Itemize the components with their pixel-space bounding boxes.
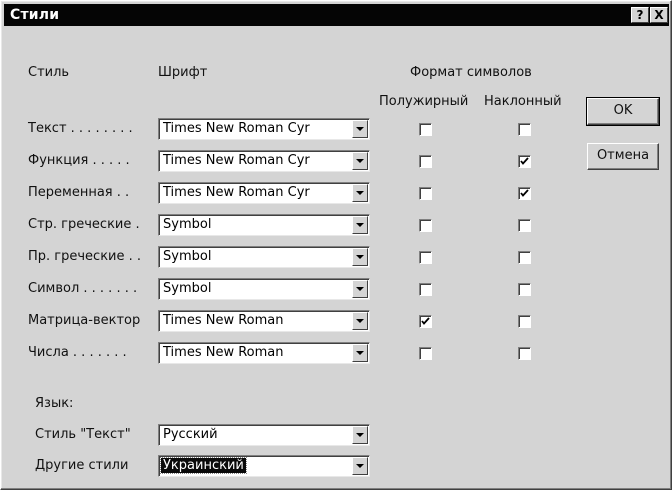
font-combo-value: Times New Roman Cyr bbox=[163, 121, 310, 136]
font-combo-value: Times New Roman bbox=[163, 345, 284, 360]
font-combo[interactable]: Times New Roman bbox=[158, 310, 370, 332]
title-bar: Стили ? X bbox=[4, 4, 669, 26]
italic-checkbox[interactable] bbox=[518, 283, 531, 296]
chevron-down-icon[interactable] bbox=[352, 248, 368, 266]
chevron-down-icon[interactable] bbox=[352, 312, 368, 330]
italic-checkbox[interactable] bbox=[518, 187, 531, 200]
chevron-down-icon[interactable] bbox=[352, 184, 368, 202]
cancel-button[interactable]: Отмена bbox=[587, 143, 659, 170]
italic-column-header: Наклонный bbox=[484, 94, 562, 109]
italic-checkbox[interactable] bbox=[518, 123, 531, 136]
bold-checkbox[interactable] bbox=[419, 219, 432, 232]
bold-checkbox[interactable] bbox=[419, 123, 432, 136]
font-combo[interactable]: Times New Roman Cyr bbox=[158, 182, 370, 204]
ok-button[interactable]: OK bbox=[586, 97, 660, 126]
window-title: Стили bbox=[10, 7, 60, 23]
style-row-label: Текст . . . . . . . . bbox=[28, 121, 133, 136]
bold-checkbox[interactable] bbox=[419, 283, 432, 296]
char-format-header: Формат символов bbox=[410, 65, 532, 80]
chevron-down-icon[interactable] bbox=[352, 426, 368, 444]
other-styles-language-label: Другие стили bbox=[35, 458, 129, 473]
language-header: Язык: bbox=[35, 396, 74, 411]
chevron-down-icon[interactable] bbox=[352, 120, 368, 138]
chevron-down-icon[interactable] bbox=[352, 457, 368, 475]
italic-checkbox[interactable] bbox=[518, 347, 531, 360]
bold-checkbox[interactable] bbox=[419, 347, 432, 360]
italic-checkbox[interactable] bbox=[518, 155, 531, 168]
font-combo-value: Symbol bbox=[163, 217, 212, 232]
font-combo[interactable]: Times New Roman bbox=[158, 342, 370, 364]
text-style-language-label: Стиль "Текст" bbox=[35, 427, 131, 442]
font-combo[interactable]: Times New Roman Cyr bbox=[158, 118, 370, 140]
bold-checkbox[interactable] bbox=[419, 187, 432, 200]
italic-checkbox[interactable] bbox=[518, 315, 531, 328]
font-combo-value: Symbol bbox=[163, 249, 212, 264]
font-combo-value: Times New Roman Cyr bbox=[163, 153, 310, 168]
font-combo[interactable]: Times New Roman Cyr bbox=[158, 150, 370, 172]
font-combo[interactable]: Symbol bbox=[158, 214, 370, 236]
chevron-down-icon[interactable] bbox=[352, 216, 368, 234]
close-button[interactable]: X bbox=[650, 7, 668, 23]
style-row-label: Переменная . . bbox=[28, 185, 130, 200]
style-row-label: Символ . . . . . . . bbox=[28, 281, 138, 296]
other-styles-language-value: Украинский bbox=[160, 457, 247, 474]
other-styles-language-combo[interactable]: Украинский bbox=[158, 455, 370, 477]
style-row-label: Пр. греческие . . bbox=[28, 249, 142, 264]
style-row-label: Матрица-вектор bbox=[28, 313, 141, 328]
font-combo-value: Times New Roman Cyr bbox=[163, 185, 310, 200]
bold-column-header: Полужирный bbox=[379, 94, 469, 109]
chevron-down-icon[interactable] bbox=[352, 344, 368, 362]
bold-checkbox[interactable] bbox=[419, 251, 432, 264]
bold-checkbox[interactable] bbox=[419, 155, 432, 168]
help-button[interactable]: ? bbox=[631, 7, 649, 23]
chevron-down-icon[interactable] bbox=[352, 280, 368, 298]
italic-checkbox[interactable] bbox=[518, 219, 531, 232]
font-combo[interactable]: Symbol bbox=[158, 246, 370, 268]
font-column-header: Шрифт bbox=[158, 65, 208, 80]
style-column-header: Стиль bbox=[28, 65, 70, 80]
italic-checkbox[interactable] bbox=[518, 251, 531, 264]
styles-dialog: Стили ? X Стиль Шрифт Формат символов По… bbox=[0, 0, 672, 490]
style-row-label: Функция . . . . . bbox=[28, 153, 130, 168]
text-style-language-combo[interactable]: Русский bbox=[158, 424, 370, 446]
font-combo-value: Symbol bbox=[163, 281, 212, 296]
text-style-language-value: Русский bbox=[163, 427, 218, 442]
chevron-down-icon[interactable] bbox=[352, 152, 368, 170]
font-combo[interactable]: Symbol bbox=[158, 278, 370, 300]
style-row-label: Числа . . . . . . . bbox=[28, 345, 127, 360]
bold-checkbox[interactable] bbox=[419, 315, 432, 328]
style-row-label: Стр. греческие . bbox=[28, 217, 140, 232]
font-combo-value: Times New Roman bbox=[163, 313, 284, 328]
